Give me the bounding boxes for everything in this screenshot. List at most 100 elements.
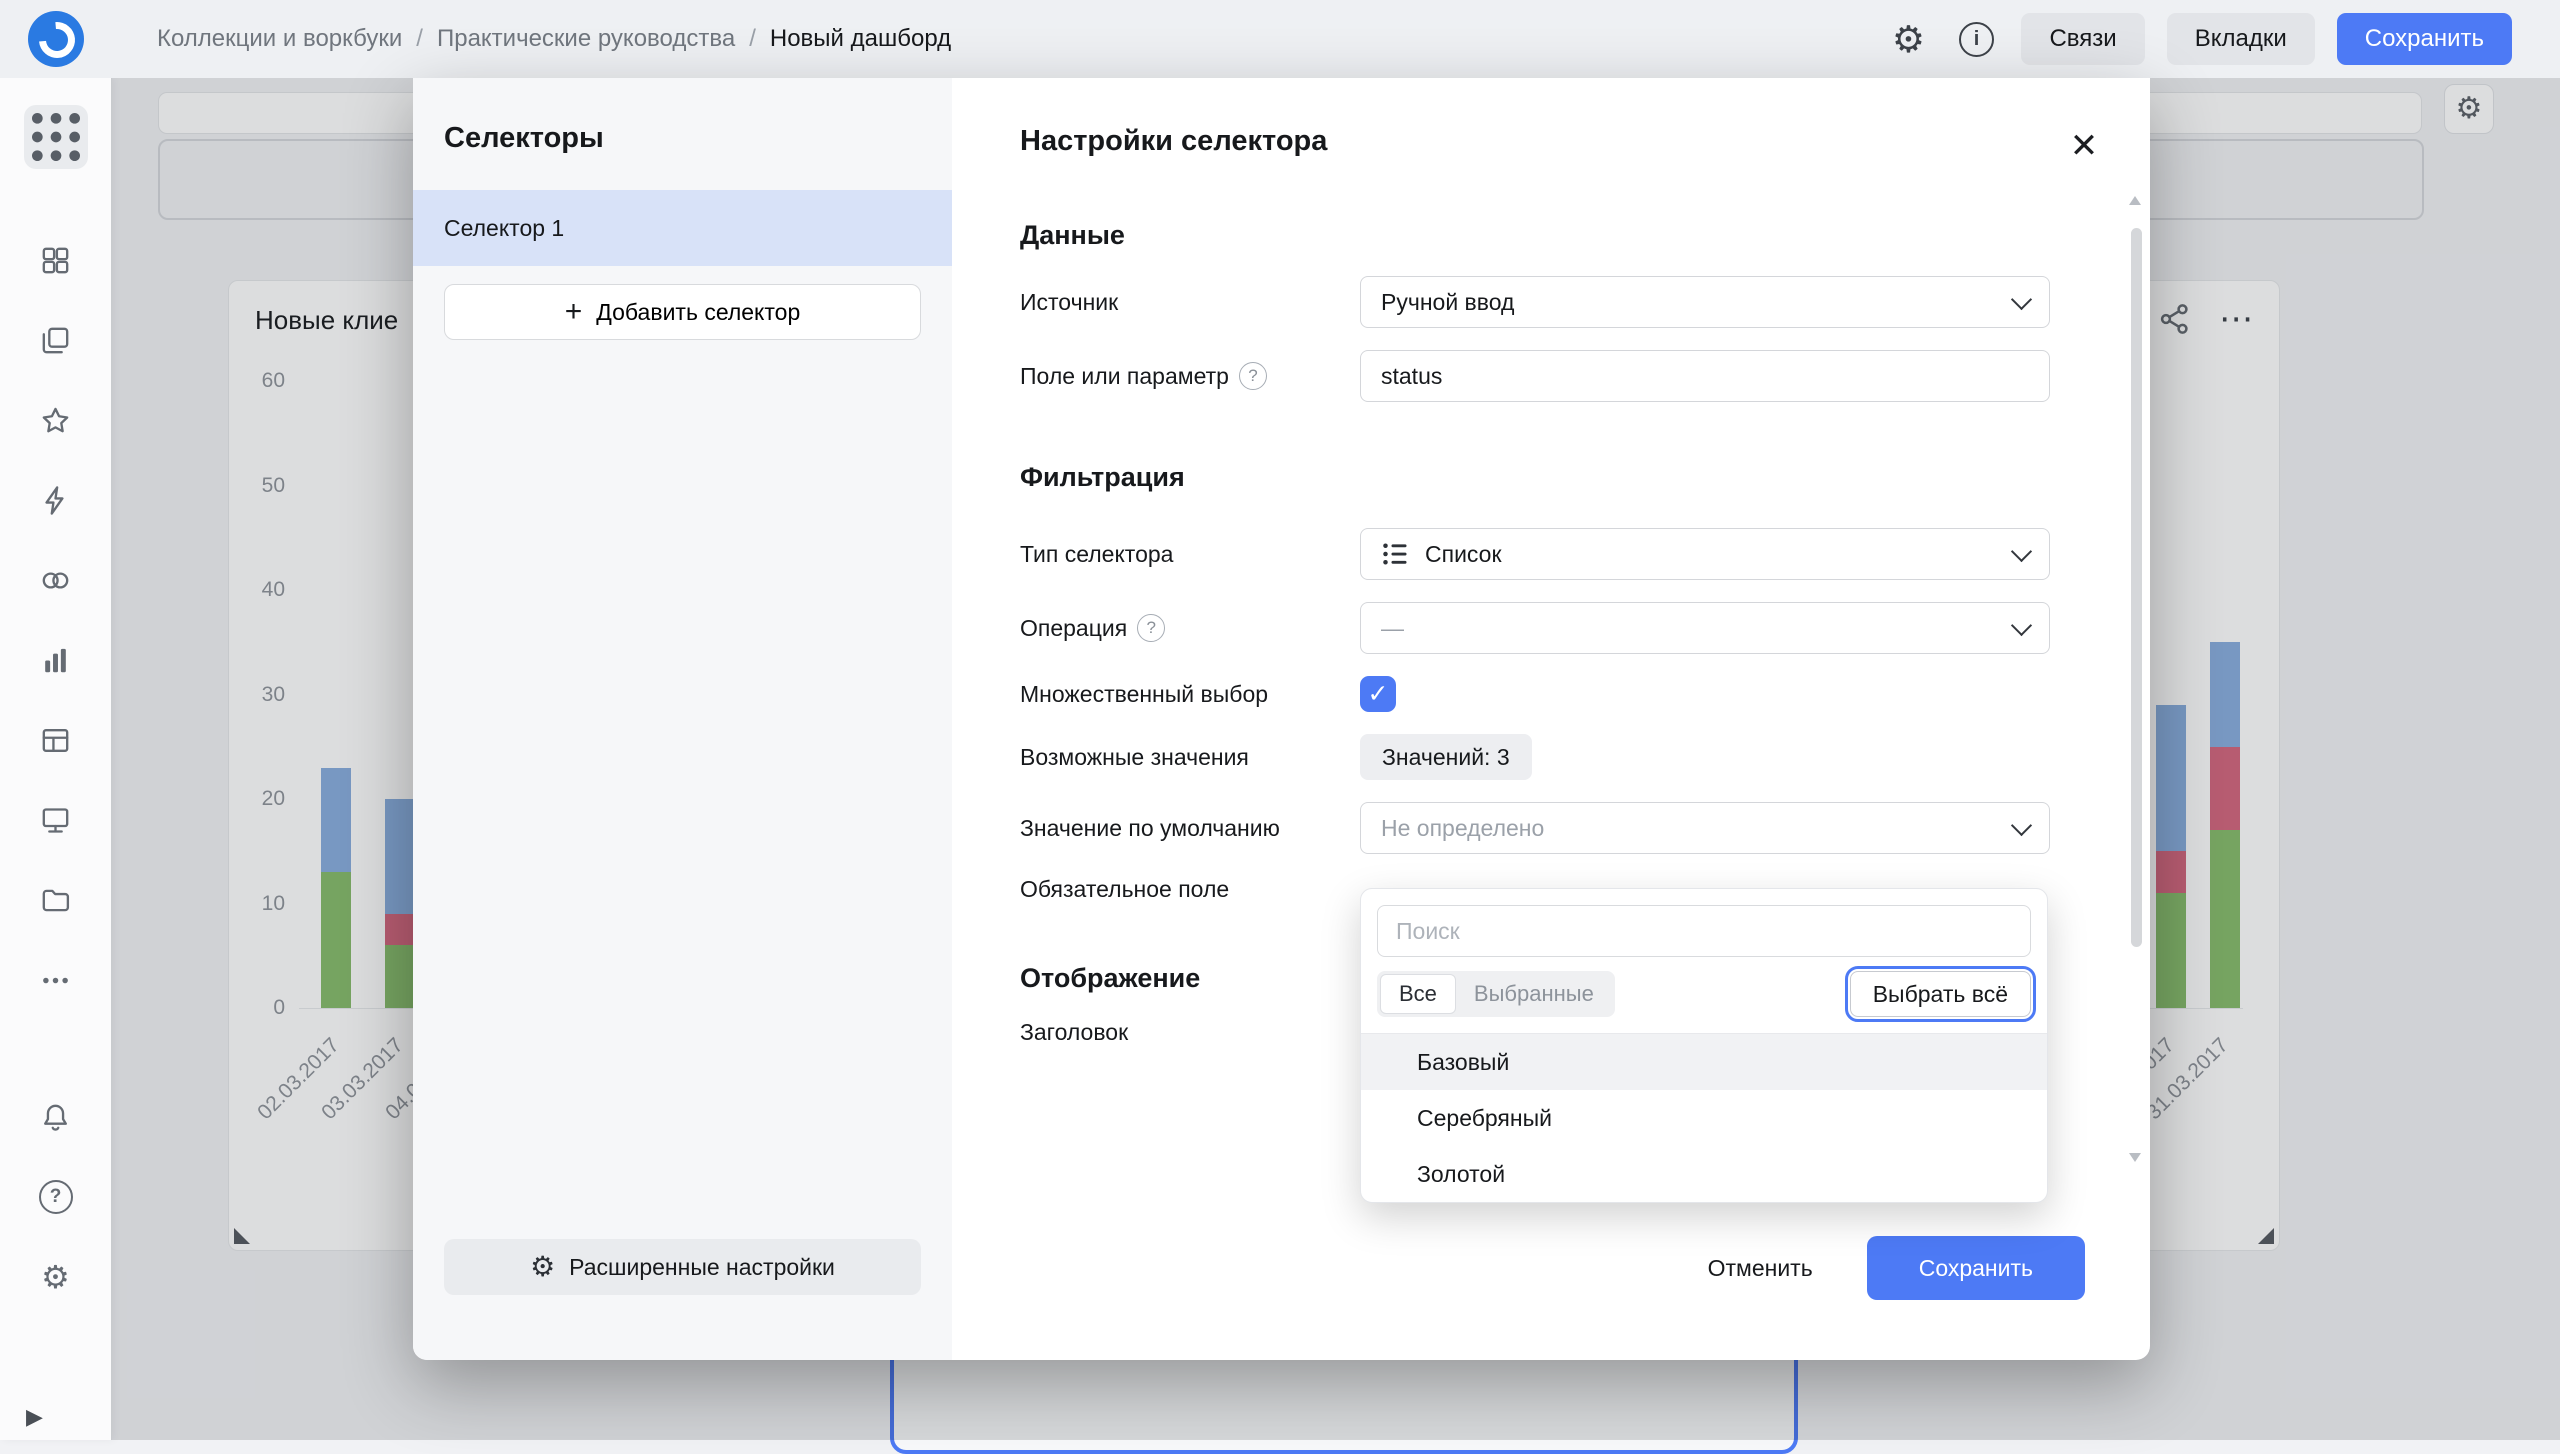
- advanced-settings-label: Расширенные настройки: [569, 1254, 835, 1281]
- default-value-select[interactable]: Не определено: [1360, 802, 2050, 854]
- help-icon[interactable]: ?: [1137, 614, 1165, 642]
- sidebar-item-storage[interactable]: [39, 883, 73, 917]
- breadcrumb: Коллекции и воркбуки / Практические руко…: [157, 25, 951, 53]
- chevron-down-icon: [2011, 540, 2032, 561]
- breadcrumb-workbook[interactable]: Практические руководства: [437, 25, 735, 53]
- sidebar-item-charts[interactable]: [39, 643, 73, 677]
- bar-chart-icon: [39, 644, 72, 677]
- scrollbar-up-icon[interactable]: [2129, 196, 2141, 205]
- field-row: Поле или параметр ?: [1020, 350, 2150, 402]
- sidebar-item-quick-actions[interactable]: [39, 483, 73, 517]
- info-icon: i: [1959, 22, 1994, 57]
- close-icon: ✕: [2070, 126, 2099, 166]
- help-icon[interactable]: ?: [1239, 362, 1267, 390]
- field-label: Поле или параметр: [1020, 363, 1229, 390]
- required-field-label: Обязательное поле: [1020, 876, 1360, 903]
- tab-all[interactable]: Все: [1380, 974, 1456, 1014]
- dropdown-option-gold[interactable]: Золотой: [1361, 1146, 2047, 1202]
- rings-icon: [39, 564, 72, 597]
- cancel-button[interactable]: Отменить: [1674, 1236, 1847, 1300]
- sidebar-bottom: ? ⚙: [0, 1100, 111, 1294]
- source-row: Источник Ручной ввод: [1020, 276, 2150, 328]
- selector-type-value: Список: [1425, 541, 1502, 568]
- breadcrumb-separator: /: [749, 25, 756, 53]
- connections-button[interactable]: Связи: [2021, 13, 2144, 65]
- apps-grid-button[interactable]: [24, 105, 88, 169]
- selector-settings-panel: Настройки селектора ✕ Данные Источник Ру…: [952, 78, 2150, 1360]
- panel-title: Селекторы: [413, 78, 952, 155]
- selector-type-label: Тип селектора: [1020, 541, 1360, 568]
- dropdown-option-basic[interactable]: Базовый: [1361, 1034, 2047, 1090]
- sidebar-nav: [39, 243, 73, 997]
- values-count-chip[interactable]: Значений: 3: [1360, 734, 1532, 780]
- dropdown-search-input[interactable]: [1377, 905, 2031, 957]
- multiple-choice-row: Множественный выбор ✓: [1020, 676, 2150, 712]
- add-selector-button[interactable]: + Добавить селектор: [444, 284, 921, 340]
- plus-icon: +: [565, 297, 583, 327]
- gear-icon: ⚙: [41, 1261, 70, 1293]
- scrollbar-thumb[interactable]: [2131, 228, 2142, 947]
- selectors-list-panel: Селекторы Селектор 1 + Добавить селектор…: [413, 78, 952, 1360]
- save-dashboard-button[interactable]: Сохранить: [2337, 13, 2512, 65]
- selector-type-row: Тип селектора Список: [1020, 528, 2150, 580]
- tab-selected[interactable]: Выбранные: [1456, 974, 1612, 1014]
- sidebar-item-collections[interactable]: [39, 323, 73, 357]
- table-icon: [39, 724, 72, 757]
- datalens-logo-icon[interactable]: [28, 11, 84, 67]
- multiple-choice-checkbox[interactable]: ✓: [1360, 676, 1396, 712]
- topbar: Коллекции и воркбуки / Практические руко…: [0, 0, 2560, 78]
- sidebar-item-more[interactable]: [39, 963, 73, 997]
- list-type-icon: [1381, 539, 1411, 569]
- help-icon: ?: [39, 1180, 73, 1214]
- settings-title: Настройки селектора: [1020, 78, 2150, 160]
- section-data-heading: Данные: [1020, 218, 2150, 252]
- notifications-button[interactable]: [39, 1100, 73, 1134]
- info-button[interactable]: i: [1953, 16, 1999, 62]
- field-input[interactable]: [1360, 350, 2050, 402]
- save-selector-button[interactable]: Сохранить: [1867, 1236, 2085, 1300]
- selector-type-select[interactable]: Список: [1360, 528, 2050, 580]
- selector-list-item[interactable]: Селектор 1: [413, 190, 952, 266]
- collections-icon: [39, 324, 72, 357]
- operation-value: —: [1381, 615, 1404, 642]
- help-button[interactable]: ?: [39, 1180, 73, 1214]
- folder-icon: [39, 884, 72, 917]
- monitor-icon: [39, 804, 72, 837]
- logo-wrap: [0, 11, 111, 67]
- sidebar-item-dashboards[interactable]: [39, 243, 73, 277]
- close-button[interactable]: ✕: [2062, 124, 2106, 168]
- dropdown-option-silver[interactable]: Серебряный: [1361, 1090, 2047, 1146]
- source-select[interactable]: Ручной ввод: [1360, 276, 2050, 328]
- dashboard-settings-gear-icon[interactable]: ⚙: [1885, 16, 1931, 62]
- sidebar-item-services[interactable]: [39, 563, 73, 597]
- default-value-placeholder: Не определено: [1381, 815, 1544, 842]
- settings-button[interactable]: ⚙: [39, 1260, 73, 1294]
- sidebar-expand-icon[interactable]: ▶: [26, 1404, 43, 1430]
- operation-select[interactable]: —: [1360, 602, 2050, 654]
- source-value: Ручной ввод: [1381, 289, 1514, 316]
- more-icon: [39, 964, 72, 997]
- tabs-button[interactable]: Вкладки: [2167, 13, 2315, 65]
- chevron-down-icon: [2011, 814, 2032, 835]
- sidebar-item-datasets[interactable]: [39, 723, 73, 757]
- sidebar-item-editor[interactable]: [39, 803, 73, 837]
- advanced-settings-button[interactable]: ⚙ Расширенные настройки: [444, 1239, 921, 1295]
- gear-icon: ⚙: [530, 1253, 555, 1281]
- scrollbar-down-icon[interactable]: [2129, 1153, 2141, 1162]
- breadcrumb-collections[interactable]: Коллекции и воркбуки: [157, 25, 402, 53]
- multiple-choice-label: Множественный выбор: [1020, 681, 1360, 708]
- check-icon: ✓: [1368, 679, 1389, 709]
- breadcrumb-separator: /: [416, 25, 423, 53]
- operation-row: Операция ? —: [1020, 602, 2150, 654]
- topbar-actions: ⚙ i Связи Вкладки Сохранить: [1885, 13, 2560, 65]
- title-label: Заголовок: [1020, 1019, 1360, 1046]
- possible-values-row: Возможные значения Значений: 3: [1020, 734, 2150, 780]
- default-value-label: Значение по умолчанию: [1020, 815, 1360, 842]
- bell-icon: [39, 1101, 72, 1134]
- select-all-button[interactable]: Выбрать всё: [1850, 971, 2031, 1017]
- dialog-footer: Отменить Сохранить: [1674, 1236, 2150, 1300]
- selectors-dialog: Селекторы Селектор 1 + Добавить селектор…: [413, 78, 2150, 1360]
- sidebar-item-favorites[interactable]: [39, 403, 73, 437]
- dropdown-controls: Все Выбранные Выбрать всё: [1377, 971, 2031, 1017]
- dashboards-icon: [39, 244, 72, 277]
